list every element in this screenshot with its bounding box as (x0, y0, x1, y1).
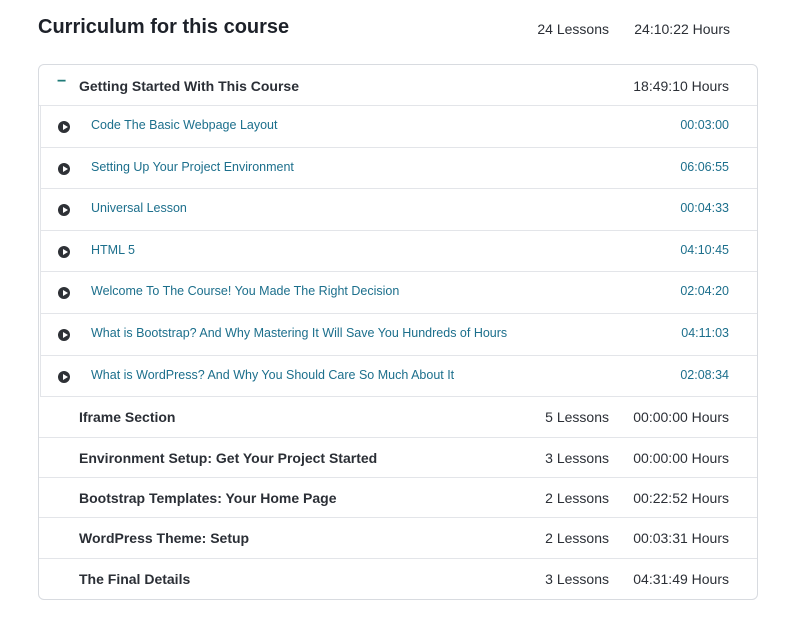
play-icon[interactable] (58, 162, 70, 175)
lesson-item[interactable]: What is WordPress? And Why You Should Ca… (40, 355, 757, 398)
lesson-title-link[interactable]: HTML 5 (91, 243, 135, 257)
lesson-duration: 02:04:20 (680, 284, 729, 299)
section-hours: 00:22:52 Hours (633, 489, 729, 506)
section-header-getting-started[interactable]: − Getting Started With This Course 18:49… (39, 65, 757, 106)
section-row-bootstrap-templates[interactable]: Bootstrap Templates: Your Home Page 2 Le… (39, 478, 757, 519)
lesson-duration: 04:10:45 (680, 242, 729, 257)
section-row-final-details[interactable]: The Final Details 3 Lessons 04:31:49 Hou… (39, 559, 757, 599)
play-icon[interactable] (58, 204, 70, 217)
lesson-list: Code The Basic Webpage Layout 00:03:00 S… (39, 106, 757, 398)
lesson-title-link[interactable]: Code The Basic Webpage Layout (91, 118, 277, 132)
lesson-item[interactable]: Welcome To The Course! You Made The Righ… (40, 272, 757, 314)
play-icon[interactable] (58, 121, 70, 133)
lesson-duration: 00:04:33 (680, 201, 729, 216)
lesson-title-link[interactable]: What is Bootstrap? And Why Mastering It … (91, 326, 507, 340)
section-hours: 00:00:00 Hours (633, 449, 729, 466)
section-title: Iframe Section (79, 409, 176, 426)
section-hours: 00:00:00 Hours (633, 409, 729, 426)
lesson-duration: 04:11:03 (681, 325, 729, 340)
section-lessons-count: 5 Lessons (545, 409, 609, 426)
section-hours: 00:03:31 Hours (633, 530, 729, 547)
lesson-duration: 06:06:55 (680, 159, 729, 174)
lesson-item[interactable]: Code The Basic Webpage Layout 00:03:00 (40, 106, 757, 148)
lesson-duration: 02:08:34 (680, 367, 729, 382)
lesson-duration: 00:03:00 (680, 118, 729, 132)
section-lessons-count: 2 Lessons (545, 530, 609, 547)
lesson-title-link[interactable]: Welcome To The Course! You Made The Righ… (91, 284, 399, 298)
total-hours: 24:10:22 Hours (634, 21, 730, 37)
lesson-title-link[interactable]: What is WordPress? And Why You Should Ca… (91, 368, 454, 382)
section-title: Environment Setup: Get Your Project Star… (79, 449, 378, 466)
lesson-item[interactable]: Setting Up Your Project Environment 06:0… (40, 147, 757, 190)
section-row-environment-setup[interactable]: Environment Setup: Get Your Project Star… (39, 438, 757, 478)
lesson-title-link[interactable]: Setting Up Your Project Environment (91, 160, 294, 174)
total-lessons-count: 24 Lessons (537, 21, 609, 37)
section-title: Bootstrap Templates: Your Home Page (79, 489, 337, 506)
lesson-item[interactable]: Universal Lesson 00:04:33 (40, 189, 757, 231)
play-icon[interactable] (58, 287, 70, 300)
lesson-item[interactable]: HTML 5 04:10:45 (40, 230, 757, 273)
lesson-item[interactable]: What is Bootstrap? And Why Mastering It … (40, 313, 757, 356)
section-row-wordpress-theme[interactable]: WordPress Theme: Setup 2 Lessons 00:03:3… (39, 518, 757, 559)
section-lessons-count: 3 Lessons (545, 449, 609, 466)
page-title: Curriculum for this course (38, 16, 290, 38)
curriculum-accordion: − Getting Started With This Course 18:49… (38, 64, 758, 600)
section-hours: 04:31:49 Hours (633, 570, 729, 587)
play-icon[interactable] (58, 245, 70, 258)
section-lessons-count: 2 Lessons (545, 489, 609, 506)
section-row-iframe[interactable]: Iframe Section 5 Lessons 00:00:00 Hours (39, 397, 757, 438)
section-title: The Final Details (79, 570, 191, 587)
play-icon[interactable] (58, 370, 70, 383)
section-hours: 18:49:10 Hours (633, 78, 729, 94)
collapse-icon[interactable]: − (57, 73, 66, 91)
section-lessons-count: 3 Lessons (545, 570, 609, 587)
play-icon[interactable] (58, 328, 70, 341)
curriculum-header: Curriculum for this course 24 Lessons 24… (38, 14, 730, 44)
section-title: Getting Started With This Course (79, 78, 299, 94)
section-title: WordPress Theme: Setup (79, 530, 250, 547)
lesson-title-link[interactable]: Universal Lesson (91, 201, 187, 215)
